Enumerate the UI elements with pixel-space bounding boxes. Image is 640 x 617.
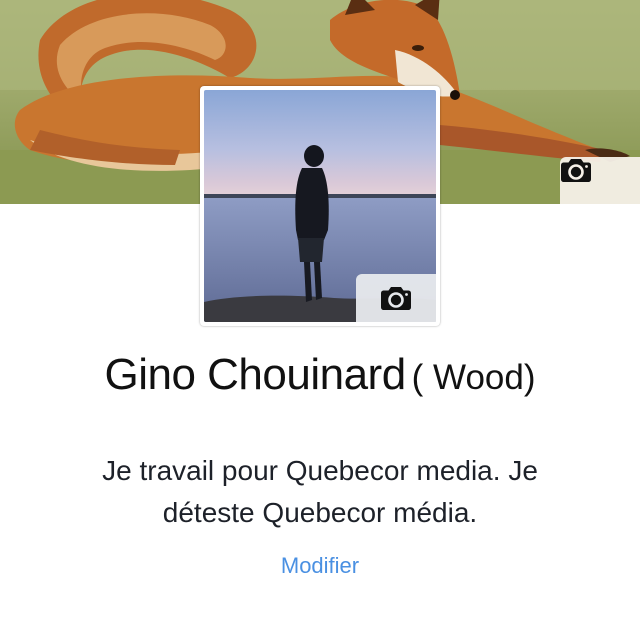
- profile-bio: Je travail pour Quebecor media. Je détes…: [102, 455, 538, 528]
- profile-picture[interactable]: [200, 86, 440, 326]
- camera-icon: [561, 159, 591, 182]
- profile-camera-button[interactable]: [356, 274, 436, 322]
- profile-alternate-name: ( Wood): [411, 358, 536, 397]
- edit-bio-link[interactable]: Modifier: [0, 553, 640, 579]
- profile-page: Gino Chouinard( Wood) Je travail pour Qu…: [0, 0, 640, 617]
- camera-icon: [381, 287, 411, 310]
- profile-name: Gino Chouinard: [104, 350, 406, 399]
- cover-camera-button[interactable]: [560, 157, 640, 204]
- profile-name-row: Gino Chouinard( Wood): [0, 350, 640, 400]
